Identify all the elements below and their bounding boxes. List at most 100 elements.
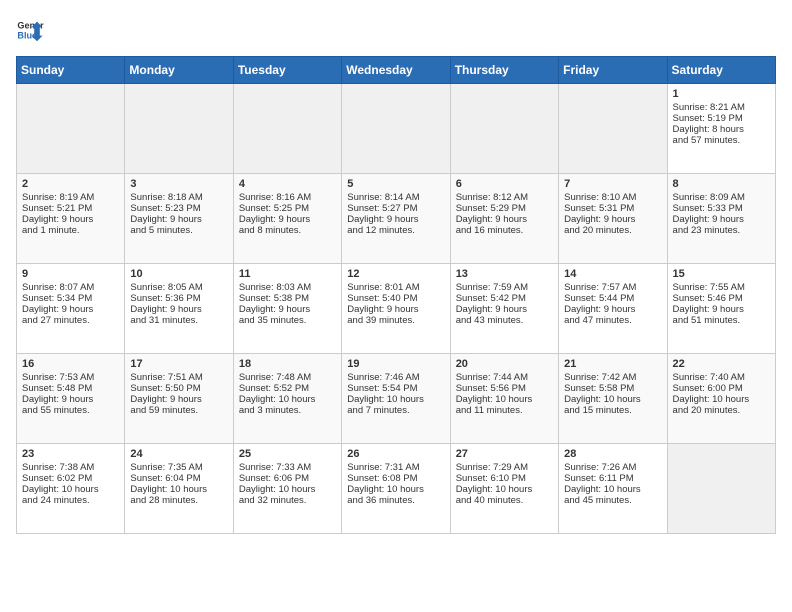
day-content: Sunset: 5:42 PM [456, 293, 553, 304]
calendar-cell: 16Sunrise: 7:53 AMSunset: 5:48 PMDayligh… [17, 354, 125, 444]
day-content: Daylight: 10 hours [22, 484, 119, 495]
calendar-cell: 13 Sunrise: 7:59 AMSunset: 5:42 PMDayligh… [450, 264, 558, 354]
day-content: Daylight: 10 hours [347, 394, 444, 405]
day-number: 1 [673, 88, 770, 100]
logo-icon: General Blue [16, 16, 44, 44]
day-content: Sunset: 6:11 PM [564, 473, 661, 484]
day-content: and 3 minutes. [239, 405, 336, 416]
day-number: 18 [239, 358, 336, 370]
day-content: and 36 minutes. [347, 495, 444, 506]
day-number: 19 [347, 358, 444, 370]
day-content: Sunset: 5:46 PM [673, 293, 770, 304]
day-content: Daylight: 8 hours [673, 124, 770, 135]
calendar-cell: 12Sunrise: 8:01 AMSunset: 5:40 PMDayligh… [342, 264, 450, 354]
day-content: and 35 minutes. [239, 315, 336, 326]
calendar-cell: 20Sunrise: 7:44 AMSunset: 5:56 PMDayligh… [450, 354, 558, 444]
day-content: and 16 minutes. [456, 225, 553, 236]
calendar-week-row: 2Sunrise: 8:19 AMSunset: 5:21 PMDaylight… [17, 174, 776, 264]
day-content: Sunset: 5:21 PM [22, 203, 119, 214]
day-number: 8 [673, 178, 770, 190]
day-content: Sunset: 5:36 PM [130, 293, 227, 304]
calendar-week-row: 9Sunrise: 8:07 AMSunset: 5:34 PMDaylight… [17, 264, 776, 354]
day-content: and 23 minutes. [673, 225, 770, 236]
day-content: Sunrise: 7:48 AM [239, 372, 336, 383]
day-content: Sunset: 5:31 PM [564, 203, 661, 214]
day-content: Sunrise: 7:26 AM [564, 462, 661, 473]
calendar-cell: 5Sunrise: 8:14 AMSunset: 5:27 PMDaylight… [342, 174, 450, 264]
calendar-week-row: 23Sunrise: 7:38 AMSunset: 6:02 PMDayligh… [17, 444, 776, 534]
day-content: Daylight: 10 hours [564, 484, 661, 495]
day-content: Sunrise: 8:19 AM [22, 192, 119, 203]
calendar-table: SundayMondayTuesdayWednesdayThursdayFrid… [16, 56, 776, 534]
day-content: Daylight: 9 hours [564, 214, 661, 225]
calendar-cell: 10Sunrise: 8:05 AMSunset: 5:36 PMDayligh… [125, 264, 233, 354]
day-content: Sunrise: 7:38 AM [22, 462, 119, 473]
day-content: Daylight: 9 hours [130, 394, 227, 405]
day-content: Sunrise: 7:59 AM [456, 282, 553, 293]
day-content: Sunset: 5:54 PM [347, 383, 444, 394]
day-content: Daylight: 10 hours [456, 394, 553, 405]
day-number: 14 [564, 268, 661, 280]
day-content: Daylight: 10 hours [564, 394, 661, 405]
day-number: 23 [22, 448, 119, 460]
calendar-cell [17, 84, 125, 174]
day-number: 27 [456, 448, 553, 460]
day-content: Sunrise: 7:42 AM [564, 372, 661, 383]
calendar-cell: 28Sunrise: 7:26 AMSunset: 6:11 PMDayligh… [559, 444, 667, 534]
day-content: Sunset: 5:48 PM [22, 383, 119, 394]
day-content: Daylight: 9 hours [564, 304, 661, 315]
day-content: Sunrise: 7:35 AM [130, 462, 227, 473]
day-content: Sunrise: 8:12 AM [456, 192, 553, 203]
day-content: Sunset: 6:06 PM [239, 473, 336, 484]
day-content: Daylight: 9 hours [130, 304, 227, 315]
day-content: Sunrise: 8:10 AM [564, 192, 661, 203]
day-content: and 40 minutes. [456, 495, 553, 506]
day-content: Sunrise: 7:53 AM [22, 372, 119, 383]
day-number: 15 [673, 268, 770, 280]
day-content: Sunrise: 8:01 AM [347, 282, 444, 293]
day-content: Sunrise: 7:46 AM [347, 372, 444, 383]
day-content: Sunrise: 8:07 AM [22, 282, 119, 293]
day-header-sunday: Sunday [17, 57, 125, 84]
calendar-cell: 6Sunrise: 8:12 AMSunset: 5:29 PMDaylight… [450, 174, 558, 264]
logo: General Blue [16, 16, 48, 44]
day-content: and 28 minutes. [130, 495, 227, 506]
day-content: Sunset: 5:33 PM [673, 203, 770, 214]
calendar-cell: 9Sunrise: 8:07 AMSunset: 5:34 PMDaylight… [17, 264, 125, 354]
day-content: Sunset: 5:58 PM [564, 383, 661, 394]
calendar-cell: 8Sunrise: 8:09 AMSunset: 5:33 PMDaylight… [667, 174, 775, 264]
day-header-saturday: Saturday [667, 57, 775, 84]
day-number: 2 [22, 178, 119, 190]
day-header-wednesday: Wednesday [342, 57, 450, 84]
day-content: and 32 minutes. [239, 495, 336, 506]
day-number: 12 [347, 268, 444, 280]
day-content: and 12 minutes. [347, 225, 444, 236]
day-content: Daylight: 9 hours [130, 214, 227, 225]
day-content: and 20 minutes. [673, 405, 770, 416]
day-content: Sunset: 6:00 PM [673, 383, 770, 394]
day-content: Sunrise: 7:51 AM [130, 372, 227, 383]
calendar-cell [125, 84, 233, 174]
day-content: Daylight: 9 hours [347, 214, 444, 225]
day-content: Sunset: 5:52 PM [239, 383, 336, 394]
day-content: and 7 minutes. [347, 405, 444, 416]
day-number: 13 [456, 268, 553, 280]
calendar-week-row: 16Sunrise: 7:53 AMSunset: 5:48 PMDayligh… [17, 354, 776, 444]
calendar-cell: 14Sunrise: 7:57 AMSunset: 5:44 PMDayligh… [559, 264, 667, 354]
day-content: Sunrise: 8:03 AM [239, 282, 336, 293]
day-content: Daylight: 9 hours [239, 214, 336, 225]
day-content: Daylight: 9 hours [673, 214, 770, 225]
calendar-cell: 19 Sunrise: 7:46 AMSunset: 5:54 PMDayligh… [342, 354, 450, 444]
day-content: Sunset: 6:08 PM [347, 473, 444, 484]
day-content: Sunrise: 8:14 AM [347, 192, 444, 203]
day-content: Daylight: 10 hours [239, 484, 336, 495]
day-header-friday: Friday [559, 57, 667, 84]
calendar-cell: 23Sunrise: 7:38 AMSunset: 6:02 PMDayligh… [17, 444, 125, 534]
day-content: Daylight: 9 hours [456, 304, 553, 315]
day-content: Daylight: 9 hours [347, 304, 444, 315]
day-content: Daylight: 9 hours [22, 214, 119, 225]
day-content: Daylight: 9 hours [456, 214, 553, 225]
calendar-cell: 15Sunrise: 7:55 AMSunset: 5:46 PMDayligh… [667, 264, 775, 354]
day-content: Sunset: 5:38 PM [239, 293, 336, 304]
calendar-cell [667, 444, 775, 534]
